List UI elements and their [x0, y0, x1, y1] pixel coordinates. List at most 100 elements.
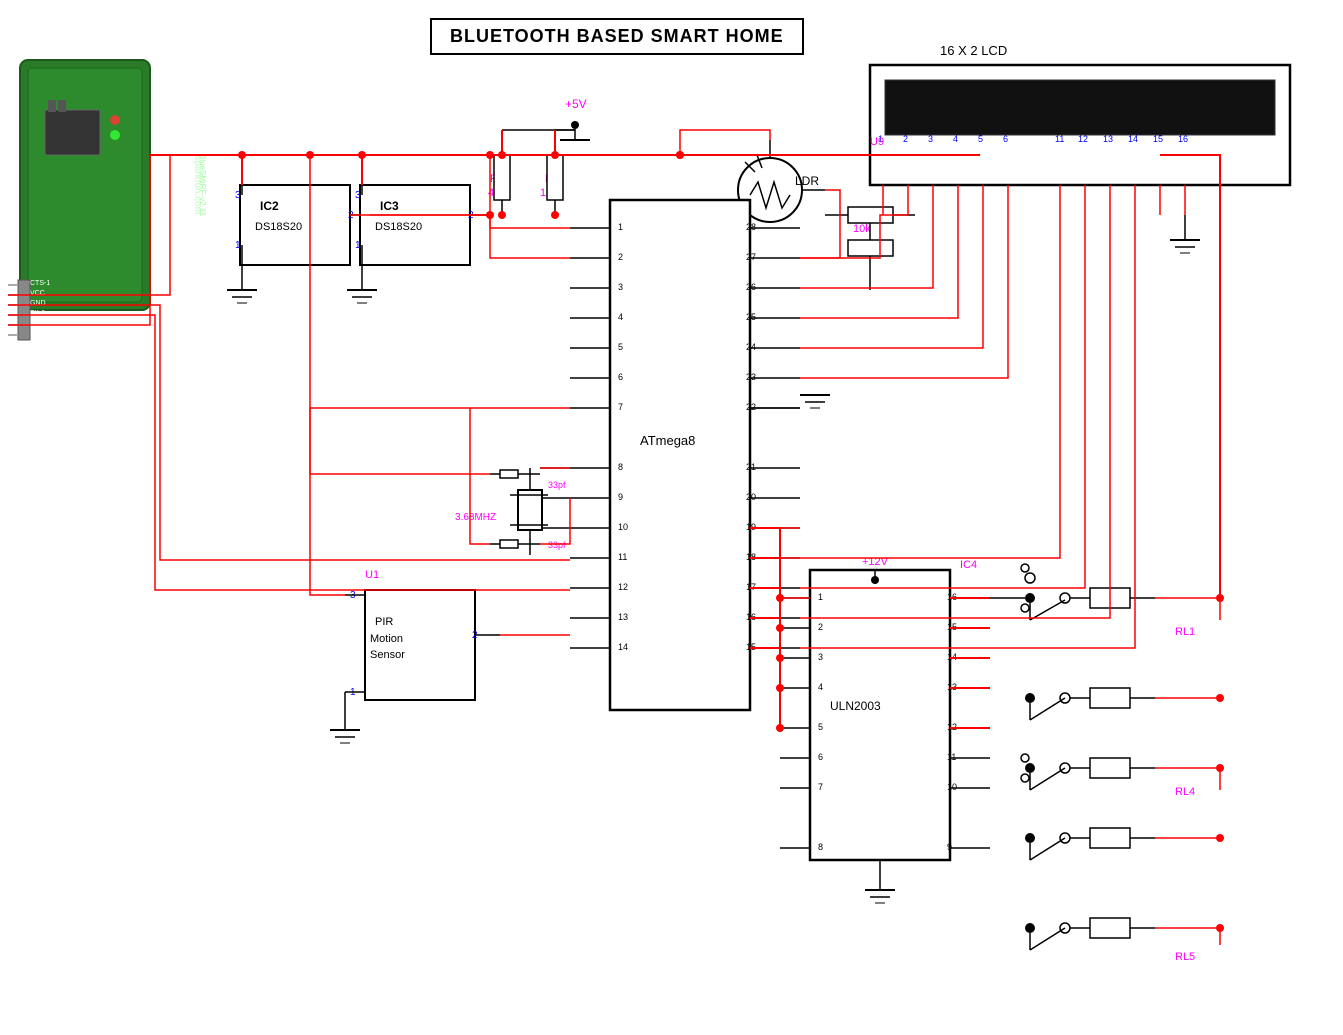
ground-ic3 [347, 260, 377, 303]
svg-text:9: 9 [618, 492, 623, 502]
svg-text:28: 28 [746, 222, 756, 232]
svg-text:20: 20 [746, 492, 756, 502]
ground-ic2 [227, 260, 257, 303]
svg-text:8: 8 [818, 842, 823, 852]
ground-atmega8 [750, 395, 830, 408]
svg-text:RTS-0: RTS-0 [30, 330, 50, 337]
resistor-r1: R1 10k [540, 130, 563, 215]
svg-text:Sensor: Sensor [370, 649, 405, 661]
svg-text:CTS-1: CTS-1 [30, 280, 50, 287]
svg-text:3: 3 [235, 190, 241, 201]
svg-text:16: 16 [1178, 134, 1188, 144]
svg-text:13: 13 [618, 612, 628, 622]
svg-text:10: 10 [618, 522, 628, 532]
svg-text:21: 21 [746, 462, 756, 472]
svg-text:6: 6 [818, 752, 823, 762]
svg-text:25: 25 [746, 312, 756, 322]
svg-text:7: 7 [618, 402, 623, 412]
uln2003: ULN2003 1 2 3 4 5 6 7 8 16 15 14 13 12 1… [780, 570, 990, 903]
svg-text:1: 1 [235, 240, 241, 251]
svg-text:27: 27 [746, 252, 756, 262]
svg-text:2: 2 [618, 252, 623, 262]
svg-text:LDR: LDR [795, 174, 819, 188]
ic3-ds18s20: IC3 DS18S20 1 2 3 [355, 185, 490, 265]
crystal-3.68mhz: 3.68MHZ 33pf 33pf [455, 468, 566, 555]
circuit-diagram: BLUETOOTH BASED SMART HOME sparkfun.com … [0, 0, 1343, 1035]
svg-text:IC3: IC3 [380, 199, 399, 213]
svg-text:4: 4 [618, 312, 623, 322]
svg-text:4: 4 [953, 134, 958, 144]
svg-text:GND: GND [30, 300, 46, 307]
svg-text:5: 5 [818, 722, 823, 732]
svg-text:3: 3 [355, 190, 361, 201]
power-5v: +5V [502, 97, 590, 140]
relay-rl2 [1025, 688, 1220, 720]
svg-text:TX-0: TX-0 [30, 310, 45, 317]
svg-text:Motion: Motion [370, 633, 403, 645]
svg-text:10: 10 [947, 782, 957, 792]
svg-text:PIR: PIR [375, 616, 393, 628]
svg-text:33pf: 33pf [548, 540, 566, 550]
svg-text:RX-1: RX-1 [30, 320, 46, 327]
svg-text:2: 2 [818, 622, 823, 632]
svg-text:13: 13 [1103, 134, 1113, 144]
svg-text:6: 6 [1003, 134, 1008, 144]
svg-text:RL4: RL4 [1175, 786, 1195, 798]
resistor-r10: R10 4.7k [488, 130, 510, 215]
svg-text:11: 11 [618, 552, 627, 562]
svg-text:8: 8 [618, 462, 623, 472]
relay-rl5: RL5 [1025, 918, 1220, 963]
svg-text:4: 4 [818, 682, 823, 692]
svg-text:U1: U1 [365, 569, 379, 581]
svg-text:ULN2003: ULN2003 [830, 699, 881, 713]
svg-text:16 X 2 LCD: 16 X 2 LCD [940, 43, 1007, 58]
svg-text:22: 22 [746, 402, 756, 412]
relay-rl4: RL4 [1021, 754, 1220, 798]
relay-rl1: RL1 [990, 564, 1220, 638]
svg-text:11: 11 [1055, 134, 1064, 144]
ground-lcd [1170, 215, 1200, 253]
relay-rl3 [1025, 828, 1220, 860]
resistor-r2: R2 10k 10K [825, 207, 915, 290]
svg-text:U9: U9 [870, 136, 884, 148]
svg-text:9: 9 [947, 842, 952, 852]
svg-text:1: 1 [818, 592, 823, 602]
svg-text:12: 12 [1078, 134, 1088, 144]
svg-text:23: 23 [746, 372, 756, 382]
svg-text:15: 15 [1153, 134, 1163, 144]
pir-motion-sensor: U1 PIR Motion Sensor 3 2 1 [330, 569, 500, 743]
svg-text:12: 12 [618, 582, 628, 592]
svg-text:6: 6 [618, 372, 623, 382]
svg-text:IC4: IC4 [960, 559, 977, 571]
svg-text:24: 24 [746, 342, 756, 352]
svg-text:26: 26 [746, 282, 756, 292]
svg-text:3: 3 [618, 282, 623, 292]
svg-text:VCC: VCC [30, 290, 45, 297]
svg-text:5: 5 [978, 134, 983, 144]
atmega8: ATmega8 1 2 3 4 5 6 7 8 9 10 11 12 13 14… [540, 200, 800, 710]
svg-text:ATmega8: ATmega8 [640, 433, 695, 448]
svg-text:11: 11 [947, 752, 956, 762]
svg-text:3: 3 [928, 134, 933, 144]
svg-text:+5V: +5V [565, 97, 587, 111]
svg-text:7: 7 [818, 782, 823, 792]
svg-text:DS18S20: DS18S20 [255, 221, 302, 233]
svg-text:1: 1 [355, 240, 361, 251]
svg-text:10k: 10k [853, 223, 871, 235]
svg-text:14: 14 [1128, 134, 1138, 144]
svg-text:BlueSMiRF-v2.11: BlueSMiRF-v2.11 [198, 154, 207, 217]
bluetooth-module: sparkfun.com BlueSMiRF-v2.11 CTS-1 VCC G… [8, 60, 207, 340]
svg-text:RL5: RL5 [1175, 951, 1195, 963]
svg-text:RL1: RL1 [1175, 626, 1195, 638]
ic2-ds18s20: IC2 DS18S20 1 2 3 [235, 185, 370, 265]
svg-text:IC2: IC2 [260, 199, 279, 213]
circuit-svg: sparkfun.com BlueSMiRF-v2.11 CTS-1 VCC G… [0, 0, 1343, 1035]
svg-text:1: 1 [618, 222, 623, 232]
svg-text:14: 14 [618, 642, 628, 652]
svg-text:2: 2 [903, 134, 908, 144]
svg-text:33pf: 33pf [548, 480, 566, 490]
svg-text:3: 3 [818, 652, 823, 662]
svg-text:5: 5 [618, 342, 623, 352]
lcd-16x2: 16 X 2 LCD 1 2 3 4 5 6 11 12 13 14 15 16… [870, 43, 1290, 215]
svg-text:DS18S20: DS18S20 [375, 221, 422, 233]
